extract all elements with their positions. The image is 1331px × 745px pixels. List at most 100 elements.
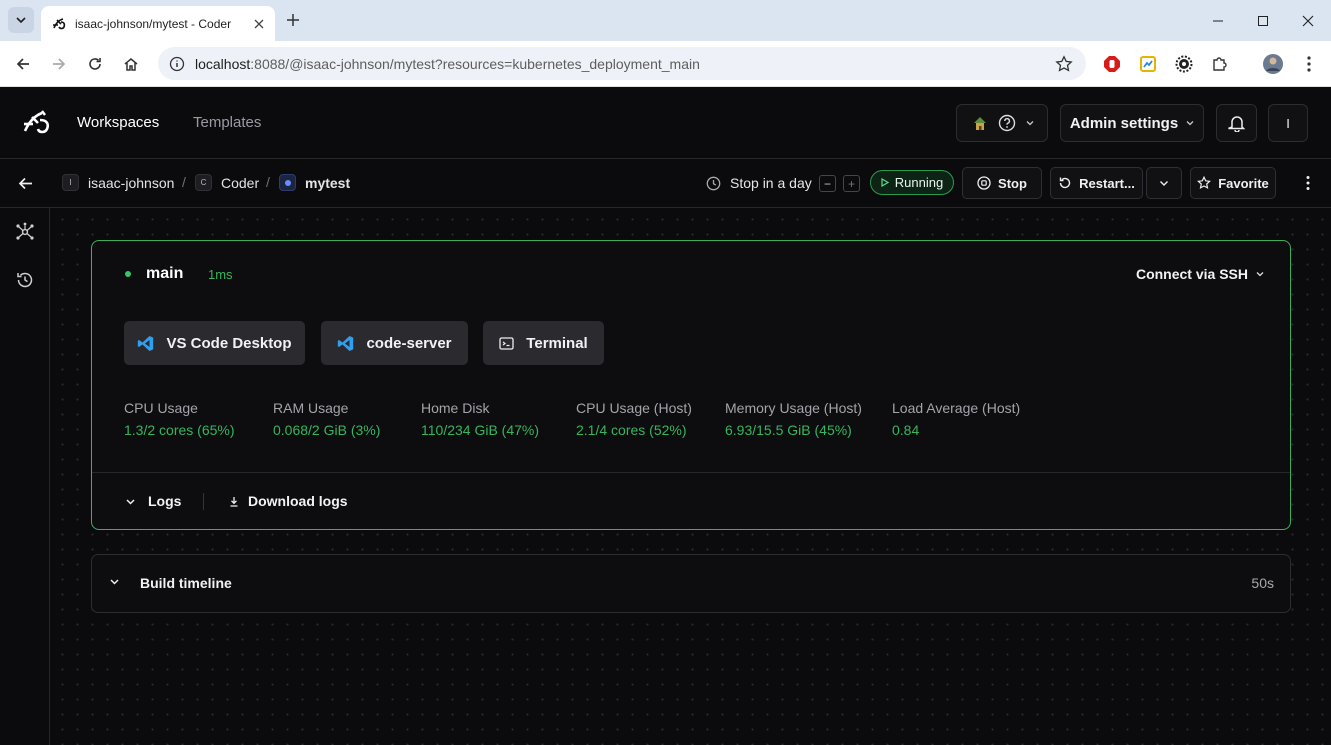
close-tab-icon[interactable] [251,16,267,32]
app-label: VS Code Desktop [166,334,292,352]
help-icon [998,114,1015,132]
logs-label: Logs [148,493,182,509]
workspace-sidebar [0,208,50,745]
bookmark-star-icon[interactable] [1054,54,1074,74]
agent-card: main 1ms Connect via SSH VS Code Desktop… [91,240,1291,530]
extensions-puzzle-icon[interactable] [1209,53,1231,75]
template-avatar: C [195,174,212,191]
url-text[interactable]: localhost:8088/@isaac-johnson/mytest?res… [195,56,1054,72]
breadcrumb-template[interactable]: C Coder [195,174,259,191]
chevron-down-icon [1160,181,1168,186]
extension-gear-icon[interactable] [1173,53,1195,75]
app-header: Workspaces Templates Admin settings I [0,87,1331,159]
build-timeline-title: Build timeline [140,575,232,591]
extension-stop-icon[interactable] [1101,53,1123,75]
bell-icon [1227,116,1245,132]
agent-name: main [146,265,184,282]
support-menu-button[interactable] [956,104,1048,142]
chevron-down-icon [110,579,119,585]
divider [203,493,204,510]
extension-colorful-icon[interactable] [1137,53,1159,75]
maximize-window-button[interactable] [1240,0,1286,41]
favorite-label: Favorite [1218,175,1269,191]
stat-value: 0.84 [892,422,920,438]
app-terminal-button[interactable]: Terminal [483,321,604,365]
admin-settings-label: Admin settings [1069,114,1179,132]
stop-button[interactable]: Stop [962,167,1042,199]
arrow-left-icon [16,58,29,70]
breadcrumb-separator: / [266,174,270,190]
reload-button[interactable] [81,50,109,78]
breadcrumb-separator: / [182,174,186,190]
download-logs-label: Download logs [248,493,348,509]
notifications-button[interactable] [1216,104,1257,142]
breadcrumb-workspace[interactable]: mytest [279,174,350,191]
home-button[interactable] [117,50,145,78]
admin-settings-button[interactable]: Admin settings [1060,104,1204,142]
logs-toggle-button[interactable]: Logs [126,493,181,509]
stat-cpu-usage-host: CPU Usage (Host) 2.1/4 cores (52%) [576,400,692,438]
breadcrumb-owner[interactable]: I isaac-johnson [62,174,174,191]
history-icon [17,272,33,288]
download-icon [230,496,238,507]
divider [92,472,1290,473]
vscode-icon [338,335,354,351]
stat-value: 6.93/15.5 GiB (45%) [725,422,852,438]
more-options-icon[interactable] [1305,175,1311,191]
stop-label: Stop [998,175,1027,191]
agent-latency: 1ms [208,267,233,282]
new-tab-button[interactable] [283,10,303,30]
schedule-increase-button[interactable]: + [843,175,860,192]
download-logs-button[interactable]: Download logs [229,493,348,509]
back-button[interactable] [9,50,37,78]
template-name: Coder [221,174,260,191]
tab-search-button[interactable] [8,7,34,33]
browser-toolbar: localhost:8088/@isaac-johnson/mytest?res… [0,41,1331,87]
stat-value: 1.3/2 cores (65%) [124,422,235,438]
restart-options-button[interactable] [1146,167,1182,199]
play-icon [881,178,889,187]
agent-status-dot [125,271,131,277]
connect-ssh-button[interactable]: Connect via SSH [1136,266,1264,282]
nav-templates-link[interactable]: Templates [193,114,261,131]
home-icon [124,58,138,71]
status-text: Running [894,175,944,190]
stat-value: 2.1/4 cores (52%) [576,422,687,438]
owner-avatar: I [62,174,79,191]
chevron-down-icon [1256,272,1264,277]
chevron-down-icon [126,498,135,505]
profile-avatar[interactable] [1262,53,1284,75]
sidebar-resources-button[interactable] [13,220,37,244]
arrow-right-icon [53,58,66,70]
user-avatar-button[interactable]: I [1268,104,1308,142]
status-badge: Running [870,170,954,195]
nav-workspaces-link[interactable]: Workspaces [77,114,159,131]
site-info-icon[interactable] [168,55,186,73]
schedule-text[interactable]: Stop in a day [730,175,812,191]
close-window-button[interactable] [1285,0,1331,41]
build-timeline-card[interactable]: Build timeline 50s [91,554,1291,613]
stop-circle-icon [977,176,991,190]
browser-tab-title: isaac-johnson/mytest - Coder [75,16,232,31]
restart-button[interactable]: Restart... [1050,167,1143,199]
url-host: localhost [195,55,251,72]
restart-icon [1059,177,1071,189]
browser-menu-icon[interactable] [1298,53,1320,75]
browser-tab-active[interactable]: isaac-johnson/mytest - Coder [41,6,275,41]
app-code-server-button[interactable]: code-server [321,321,468,365]
forward-button[interactable] [45,50,73,78]
back-arrow-icon[interactable] [17,175,34,192]
close-icon [1302,15,1314,26]
schedule-decrease-button[interactable]: − [819,175,836,192]
favorite-button[interactable]: Favorite [1190,167,1276,199]
app-vscode-desktop-button[interactable]: VS Code Desktop [124,321,305,365]
resources-graph-icon [16,222,34,240]
minimize-window-button[interactable] [1195,0,1241,41]
stat-label: CPU Usage (Host) [576,400,692,416]
address-bar[interactable]: localhost:8088/@isaac-johnson/mytest?res… [158,47,1086,80]
connect-ssh-label: Connect via SSH [1135,266,1248,282]
chevron-down-icon [1026,121,1033,126]
sidebar-history-button[interactable] [13,268,37,292]
stat-load-average-host: Load Average (Host) 0.84 [892,400,1020,438]
coder-logo-icon[interactable] [22,109,54,137]
